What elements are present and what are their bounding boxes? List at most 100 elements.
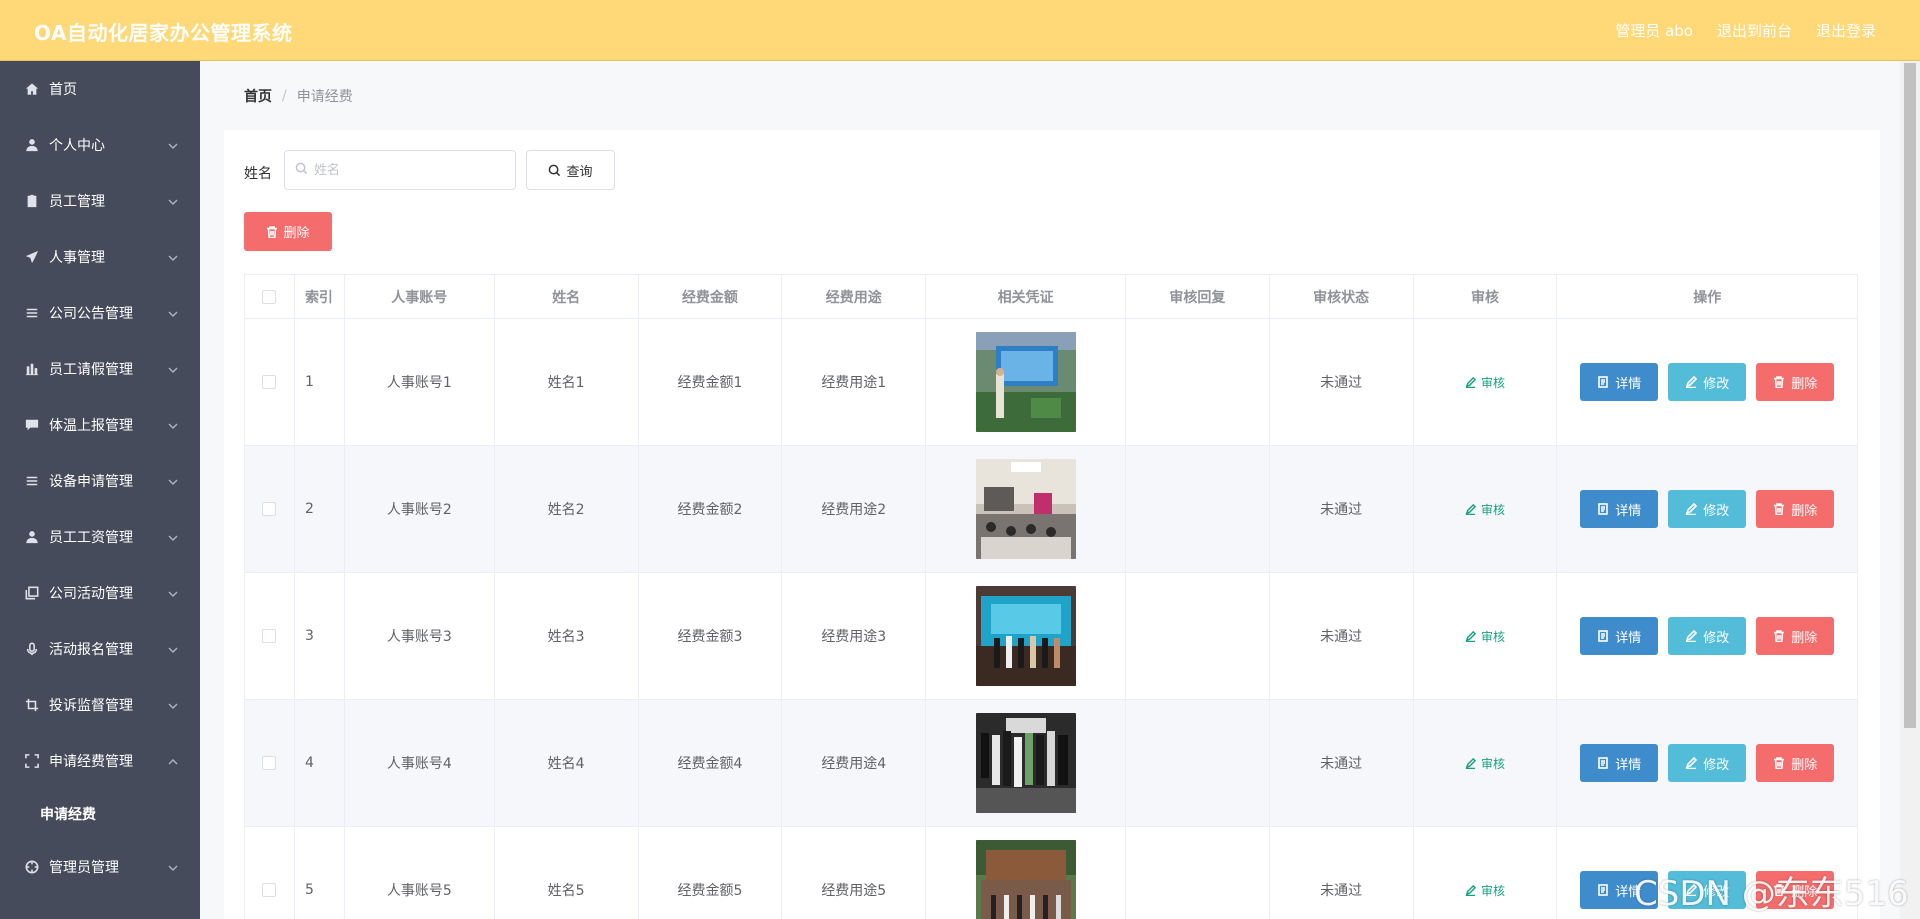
chevron-down-icon [168,363,178,373]
detail-label: 详情 [1615,376,1642,392]
sidebar-item-label: 管理员管理 [49,860,119,876]
microphone-icon [24,641,40,657]
edit-icon [1465,630,1476,642]
select-all-checkbox[interactable] [262,289,277,304]
sidebar-item-hr[interactable]: 人事管理 [0,229,200,285]
sidebar-item-employee[interactable]: 员工管理 [0,173,200,229]
sidebar-item-home[interactable]: 首页 [0,61,200,117]
sidebar-item-equipment[interactable]: 设备申请管理 [0,453,200,509]
edit-button[interactable]: 修改 [1668,744,1747,782]
query-button[interactable]: 查询 [526,150,615,190]
voucher-thumbnail[interactable] [975,713,1076,813]
delete-button[interactable]: 删除 [1756,617,1835,655]
search-field[interactable] [284,150,516,190]
sidebar-item-activity[interactable]: 公司活动管理 [0,565,200,621]
delete-button[interactable]: 删除 [1756,744,1835,782]
row-checkbox[interactable] [262,756,277,770]
app-title: OA自动化居家办公管理系统 [34,21,293,45]
actions-cell: 详情 修改 删除 [1557,573,1857,699]
account-cell: 人事账号5 [345,827,495,919]
trash-icon [1774,503,1785,515]
sidebar-item-personal-center[interactable]: 个人中心 [0,117,200,173]
funding-table: 索引 人事账号 姓名 经费金额 经费用途 相关凭证 审核回复 审核状态 审核 操… [244,274,1858,919]
status-cell: 未通过 [1270,700,1414,826]
audit-button[interactable]: 审核 [1465,882,1505,899]
table-row: 4 人事账号4 姓名4 经费金额4 经费用途4 未通过 审核 详情 修改 删除 [245,700,1857,827]
breadcrumb-home[interactable]: 首页 [244,86,272,106]
sidebar-item-label: 员工管理 [49,194,105,210]
batch-delete-button[interactable]: 删除 [244,212,332,251]
reply-cell [1126,827,1270,919]
reply-cell [1126,700,1270,826]
delete-label: 删除 [1791,630,1818,646]
detail-button[interactable]: 详情 [1580,744,1659,782]
purpose-cell: 经费用途4 [782,700,927,826]
sidebar-item-enrollment[interactable]: 活动报名管理 [0,621,200,677]
delete-button[interactable]: 删除 [1756,363,1835,401]
column-header: 经费金额 [639,275,783,318]
column-header: 审核 [1414,275,1558,318]
audit-button[interactable]: 审核 [1465,374,1505,391]
reply-cell [1126,319,1270,445]
go-front-link[interactable]: 退出到前台 [1717,20,1792,41]
purpose-cell: 经费用途5 [782,827,927,919]
row-checkbox[interactable] [262,502,277,516]
delete-label: 删除 [1791,503,1818,519]
edit-button[interactable]: 修改 [1668,363,1747,401]
account-cell: 人事账号3 [345,573,495,699]
sidebar-item-label: 公司活动管理 [49,586,133,602]
row-checkbox[interactable] [262,375,277,389]
column-header: 审核状态 [1270,275,1414,318]
sidebar-item-complaint[interactable]: 投诉监督管理 [0,677,200,733]
detail-label: 详情 [1615,757,1642,773]
voucher-thumbnail[interactable] [975,459,1076,559]
delete-button[interactable]: 删除 [1756,490,1835,528]
sidebar-item-temperature[interactable]: 体温上报管理 [0,397,200,453]
trash-icon [1774,630,1785,642]
sidebar-item-admin[interactable]: 管理员管理 [0,839,200,895]
current-user-label[interactable]: 管理员 abo [1615,20,1693,41]
document-icon [1598,884,1609,896]
search-input[interactable] [314,162,504,178]
logout-link[interactable]: 退出登录 [1816,20,1876,41]
audit-button[interactable]: 审核 [1465,628,1505,645]
chevron-down-icon [168,139,178,149]
chevron-down-icon [168,531,178,541]
index-cell: 3 [295,573,345,699]
audit-button[interactable]: 审核 [1465,501,1505,518]
sidebar-item-leave[interactable]: 员工请假管理 [0,341,200,397]
sidebar-item-funding[interactable]: 申请经费管理 [0,733,200,789]
reply-cell [1126,573,1270,699]
detail-label: 详情 [1615,630,1642,646]
edit-icon [1465,884,1476,896]
reply-cell [1126,446,1270,572]
detail-button[interactable]: 详情 [1580,363,1659,401]
detail-button[interactable]: 详情 [1580,490,1659,528]
row-checkbox[interactable] [262,629,277,643]
sidebar-item-announcement[interactable]: 公司公告管理 [0,285,200,341]
page-scrollbar[interactable] [1900,61,1920,919]
edit-button[interactable]: 修改 [1668,617,1747,655]
index-cell: 2 [295,446,345,572]
edit-button[interactable]: 修改 [1668,490,1747,528]
audit-button[interactable]: 审核 [1465,755,1505,772]
row-checkbox[interactable] [262,883,277,897]
voucher-thumbnail[interactable] [975,840,1076,919]
chevron-down-icon [168,307,178,317]
query-button-label: 查询 [566,164,593,180]
voucher-cell [926,446,1126,572]
sidebar-subitem-apply-funding[interactable]: 申请经费 [0,789,200,839]
audit-label: 审核 [1481,629,1506,644]
sidebar-item-salary[interactable]: 员工工资管理 [0,509,200,565]
edit-label: 修改 [1703,376,1730,392]
sidebar-item-label: 体温上报管理 [49,418,133,434]
detail-button[interactable]: 详情 [1580,617,1659,655]
chevron-up-icon [168,755,178,765]
actions-cell: 详情 修改 删除 [1557,319,1857,445]
sidebar-item-label: 员工工资管理 [49,530,133,546]
voucher-thumbnail[interactable] [975,332,1076,432]
voucher-thumbnail[interactable] [975,586,1076,686]
scrollbar-thumb[interactable] [1904,63,1916,728]
purpose-cell: 经费用途2 [782,446,927,572]
chat-icon [24,417,40,433]
